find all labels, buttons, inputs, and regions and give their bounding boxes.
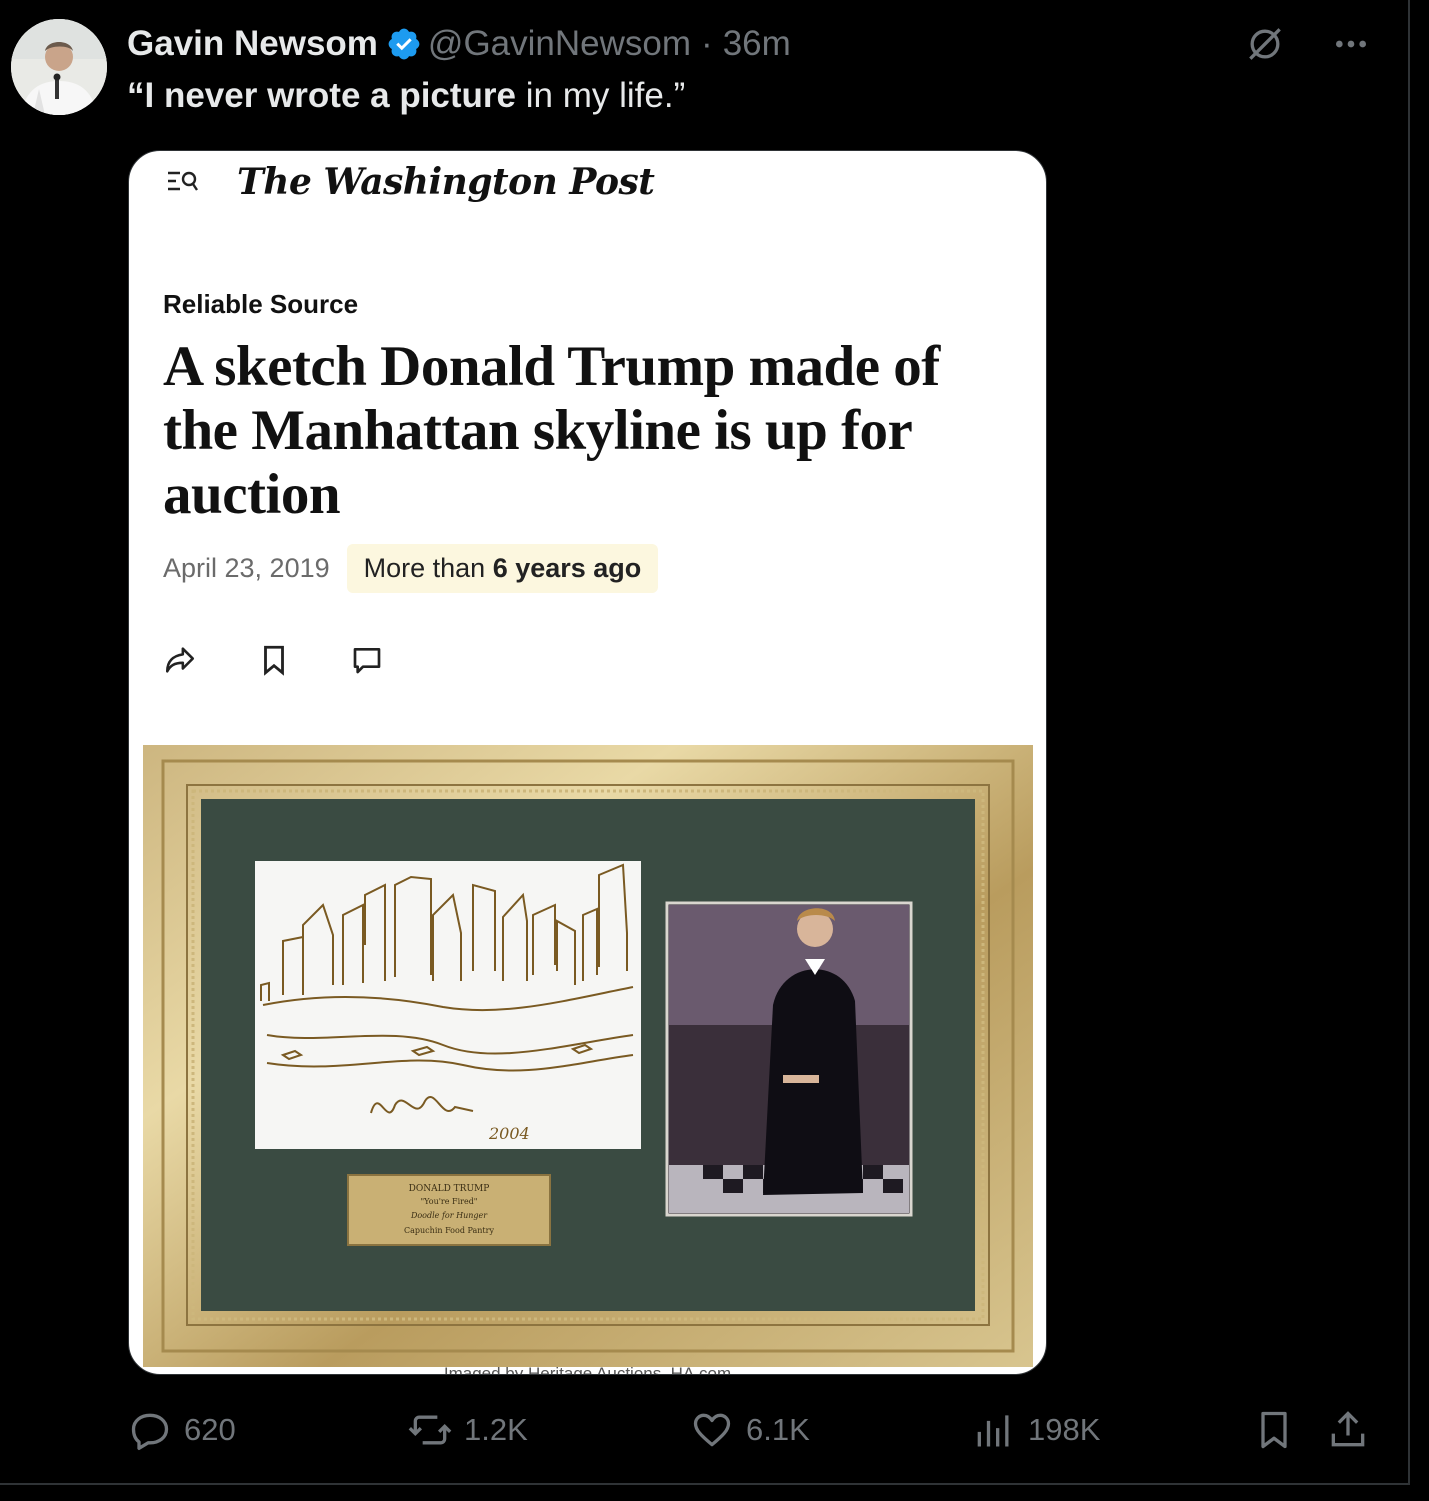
like-button[interactable]: 6.1K xyxy=(690,1402,810,1458)
handle[interactable]: @GavinNewsom xyxy=(428,24,691,64)
tweet-text: “I never wrote a picture in my life.” xyxy=(127,72,685,120)
avatar-photo xyxy=(11,19,107,115)
age-bold: 6 years ago xyxy=(492,553,642,583)
share-button[interactable] xyxy=(1326,1402,1370,1458)
like-count: 6.1K xyxy=(746,1412,810,1447)
verified-badge-icon[interactable] xyxy=(386,26,422,62)
tweet-action-bar: 620 1.2K 6.1K 198K xyxy=(128,1402,1368,1458)
bookmark-icon xyxy=(1261,1411,1287,1449)
like-icon xyxy=(693,1413,731,1447)
tweet-text-rest: in my life.” xyxy=(516,76,686,115)
article-kicker: Reliable Source xyxy=(163,289,359,319)
plaque-line-4: Capuchin Food Pantry xyxy=(404,1226,494,1235)
views-count: 198K xyxy=(1028,1412,1101,1447)
plaque-line-2: "You're Fired" xyxy=(420,1197,477,1206)
bookmark-button[interactable] xyxy=(1252,1402,1296,1458)
age-prefix: More than xyxy=(363,553,493,583)
article-date: April 23, 2019 xyxy=(163,553,330,583)
repost-button[interactable]: 1.2K xyxy=(408,1402,528,1458)
photo-credit: Imaged by Heritage Auctions, HA.com xyxy=(443,1364,732,1375)
article-dateline: April 23, 2019 More than 6 years ago xyxy=(163,544,659,593)
share-icon xyxy=(165,647,195,673)
age-badge: More than 6 years ago xyxy=(346,544,659,593)
reply-button[interactable]: 620 xyxy=(128,1402,236,1458)
grok-icon[interactable] xyxy=(1243,22,1287,66)
plaque-line-3: Doodle for Hunger xyxy=(410,1211,488,1220)
plaque-line-1: DONALD TRUMP xyxy=(409,1184,490,1194)
article-headline: A sketch Donald Trump made of the Manhat… xyxy=(163,335,940,526)
reply-count: 620 xyxy=(184,1412,236,1447)
display-name[interactable]: Gavin Newsom xyxy=(127,24,378,64)
bookmark-icon xyxy=(264,645,284,676)
reply-icon xyxy=(131,1413,169,1450)
article-actions xyxy=(163,643,383,677)
sketch-year: 2004 xyxy=(488,1124,530,1143)
views-button[interactable]: 198K xyxy=(972,1402,1100,1458)
comment-icon xyxy=(353,648,381,674)
menu-search-icon xyxy=(168,171,198,191)
framed-sketch-photo: 2004 DONALD TRUMP "You're Fired" Doodle … xyxy=(143,745,1033,1367)
tweet-media-image[interactable]: The Washington Post Reliable Source A sk… xyxy=(128,150,1047,1375)
repost-icon xyxy=(408,1415,452,1445)
wapo-header: The Washington Post xyxy=(165,161,655,203)
share-upload-icon xyxy=(1331,1411,1365,1447)
avatar[interactable] xyxy=(11,19,107,115)
tweet-top-actions xyxy=(1243,22,1371,66)
tweet-text-bold: “I never wrote a picture xyxy=(127,76,517,115)
separator-dot: · xyxy=(701,24,713,63)
repost-count: 1.2K xyxy=(464,1412,528,1447)
tweet-header: Gavin Newsom @GavinNewsom · 36m xyxy=(127,20,791,68)
timestamp[interactable]: 36m xyxy=(723,24,791,64)
publication-logo: The Washington Post xyxy=(237,161,655,203)
views-icon xyxy=(977,1415,1009,1447)
more-icon[interactable] xyxy=(1331,24,1371,64)
